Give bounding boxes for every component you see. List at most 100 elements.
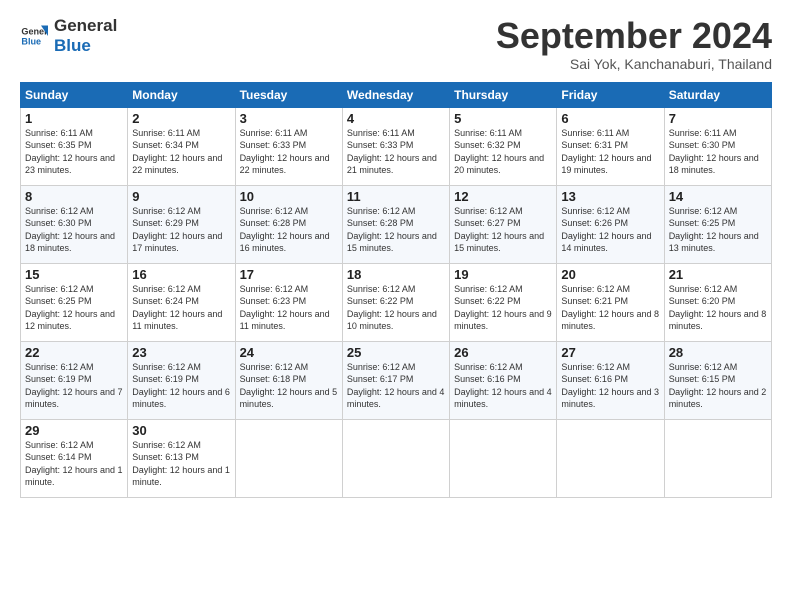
cell-week3-day4: 19 Sunrise: 6:12 AMSunset: 6:22 PMDaylig… [450, 263, 557, 341]
day-info: Sunrise: 6:12 AMSunset: 6:20 PMDaylight:… [669, 283, 767, 333]
day-info: Sunrise: 6:12 AMSunset: 6:25 PMDaylight:… [25, 283, 123, 333]
day-info: Sunrise: 6:12 AMSunset: 6:19 PMDaylight:… [132, 361, 230, 411]
cell-week2-day5: 13 Sunrise: 6:12 AMSunset: 6:26 PMDaylig… [557, 185, 664, 263]
svg-text:Blue: Blue [21, 37, 41, 47]
col-saturday: Saturday [664, 82, 771, 107]
day-number: 3 [240, 111, 338, 126]
location-subtitle: Sai Yok, Kanchanaburi, Thailand [496, 56, 772, 72]
cell-week3-day3: 18 Sunrise: 6:12 AMSunset: 6:22 PMDaylig… [342, 263, 449, 341]
cell-week2-day0: 8 Sunrise: 6:12 AMSunset: 6:30 PMDayligh… [21, 185, 128, 263]
cell-week5-day4 [450, 419, 557, 497]
cell-week4-day6: 28 Sunrise: 6:12 AMSunset: 6:15 PMDaylig… [664, 341, 771, 419]
cell-week3-day0: 15 Sunrise: 6:12 AMSunset: 6:25 PMDaylig… [21, 263, 128, 341]
cell-week5-day5 [557, 419, 664, 497]
day-info: Sunrise: 6:12 AMSunset: 6:24 PMDaylight:… [132, 283, 230, 333]
col-monday: Monday [128, 82, 235, 107]
day-number: 25 [347, 345, 445, 360]
day-info: Sunrise: 6:11 AMSunset: 6:31 PMDaylight:… [561, 127, 659, 177]
cell-week1-day4: 5 Sunrise: 6:11 AMSunset: 6:32 PMDayligh… [450, 107, 557, 185]
cell-week5-day2 [235, 419, 342, 497]
cell-week5-day6 [664, 419, 771, 497]
week-row-2: 8 Sunrise: 6:12 AMSunset: 6:30 PMDayligh… [21, 185, 772, 263]
day-info: Sunrise: 6:12 AMSunset: 6:17 PMDaylight:… [347, 361, 445, 411]
calendar-page: General Blue General Blue General Blue S… [0, 0, 792, 612]
cell-week3-day2: 17 Sunrise: 6:12 AMSunset: 6:23 PMDaylig… [235, 263, 342, 341]
cell-week1-day1: 2 Sunrise: 6:11 AMSunset: 6:34 PMDayligh… [128, 107, 235, 185]
cell-week1-day3: 4 Sunrise: 6:11 AMSunset: 6:33 PMDayligh… [342, 107, 449, 185]
cell-week1-day6: 7 Sunrise: 6:11 AMSunset: 6:30 PMDayligh… [664, 107, 771, 185]
day-info: Sunrise: 6:12 AMSunset: 6:28 PMDaylight:… [240, 205, 338, 255]
day-info: Sunrise: 6:12 AMSunset: 6:23 PMDaylight:… [240, 283, 338, 333]
day-info: Sunrise: 6:12 AMSunset: 6:13 PMDaylight:… [132, 439, 230, 489]
day-number: 21 [669, 267, 767, 282]
col-thursday: Thursday [450, 82, 557, 107]
cell-week1-day5: 6 Sunrise: 6:11 AMSunset: 6:31 PMDayligh… [557, 107, 664, 185]
week-row-3: 15 Sunrise: 6:12 AMSunset: 6:25 PMDaylig… [21, 263, 772, 341]
col-sunday: Sunday [21, 82, 128, 107]
day-number: 16 [132, 267, 230, 282]
logo-icon: General Blue [20, 22, 48, 50]
day-number: 26 [454, 345, 552, 360]
day-info: Sunrise: 6:12 AMSunset: 6:29 PMDaylight:… [132, 205, 230, 255]
day-number: 15 [25, 267, 123, 282]
day-info: Sunrise: 6:11 AMSunset: 6:35 PMDaylight:… [25, 127, 123, 177]
day-info: Sunrise: 6:11 AMSunset: 6:33 PMDaylight:… [240, 127, 338, 177]
day-number: 23 [132, 345, 230, 360]
day-info: Sunrise: 6:12 AMSunset: 6:14 PMDaylight:… [25, 439, 123, 489]
day-info: Sunrise: 6:12 AMSunset: 6:19 PMDaylight:… [25, 361, 123, 411]
day-info: Sunrise: 6:12 AMSunset: 6:16 PMDaylight:… [561, 361, 659, 411]
cell-week2-day6: 14 Sunrise: 6:12 AMSunset: 6:25 PMDaylig… [664, 185, 771, 263]
day-number: 24 [240, 345, 338, 360]
day-info: Sunrise: 6:11 AMSunset: 6:30 PMDaylight:… [669, 127, 767, 177]
day-info: Sunrise: 6:12 AMSunset: 6:16 PMDaylight:… [454, 361, 552, 411]
week-row-4: 22 Sunrise: 6:12 AMSunset: 6:19 PMDaylig… [21, 341, 772, 419]
day-number: 22 [25, 345, 123, 360]
header: General Blue General Blue General Blue S… [20, 16, 772, 72]
cell-week1-day2: 3 Sunrise: 6:11 AMSunset: 6:33 PMDayligh… [235, 107, 342, 185]
day-number: 5 [454, 111, 552, 126]
logo: General Blue General Blue General Blue [20, 16, 117, 57]
col-friday: Friday [557, 82, 664, 107]
cell-week2-day3: 11 Sunrise: 6:12 AMSunset: 6:28 PMDaylig… [342, 185, 449, 263]
day-info: Sunrise: 6:12 AMSunset: 6:15 PMDaylight:… [669, 361, 767, 411]
cell-week3-day1: 16 Sunrise: 6:12 AMSunset: 6:24 PMDaylig… [128, 263, 235, 341]
cell-week4-day1: 23 Sunrise: 6:12 AMSunset: 6:19 PMDaylig… [128, 341, 235, 419]
day-info: Sunrise: 6:12 AMSunset: 6:30 PMDaylight:… [25, 205, 123, 255]
day-number: 14 [669, 189, 767, 204]
day-number: 17 [240, 267, 338, 282]
cell-week4-day4: 26 Sunrise: 6:12 AMSunset: 6:16 PMDaylig… [450, 341, 557, 419]
day-number: 13 [561, 189, 659, 204]
day-info: Sunrise: 6:12 AMSunset: 6:26 PMDaylight:… [561, 205, 659, 255]
cell-week4-day5: 27 Sunrise: 6:12 AMSunset: 6:16 PMDaylig… [557, 341, 664, 419]
day-number: 30 [132, 423, 230, 438]
cell-week3-day6: 21 Sunrise: 6:12 AMSunset: 6:20 PMDaylig… [664, 263, 771, 341]
day-number: 11 [347, 189, 445, 204]
day-info: Sunrise: 6:12 AMSunset: 6:22 PMDaylight:… [454, 283, 552, 333]
day-number: 27 [561, 345, 659, 360]
day-number: 7 [669, 111, 767, 126]
calendar-table: Sunday Monday Tuesday Wednesday Thursday… [20, 82, 772, 498]
day-info: Sunrise: 6:11 AMSunset: 6:32 PMDaylight:… [454, 127, 552, 177]
day-number: 4 [347, 111, 445, 126]
cell-week1-day0: 1 Sunrise: 6:11 AMSunset: 6:35 PMDayligh… [21, 107, 128, 185]
cell-week3-day5: 20 Sunrise: 6:12 AMSunset: 6:21 PMDaylig… [557, 263, 664, 341]
day-info: Sunrise: 6:12 AMSunset: 6:25 PMDaylight:… [669, 205, 767, 255]
day-info: Sunrise: 6:12 AMSunset: 6:28 PMDaylight:… [347, 205, 445, 255]
cell-week4-day0: 22 Sunrise: 6:12 AMSunset: 6:19 PMDaylig… [21, 341, 128, 419]
cell-week5-day0: 29 Sunrise: 6:12 AMSunset: 6:14 PMDaylig… [21, 419, 128, 497]
col-tuesday: Tuesday [235, 82, 342, 107]
cell-week5-day3 [342, 419, 449, 497]
day-number: 10 [240, 189, 338, 204]
logo-text-blue: Blue [54, 36, 117, 56]
day-number: 29 [25, 423, 123, 438]
day-number: 9 [132, 189, 230, 204]
header-row: Sunday Monday Tuesday Wednesday Thursday… [21, 82, 772, 107]
day-info: Sunrise: 6:11 AMSunset: 6:34 PMDaylight:… [132, 127, 230, 177]
day-number: 1 [25, 111, 123, 126]
day-number: 8 [25, 189, 123, 204]
month-title: September 2024 [496, 16, 772, 56]
week-row-1: 1 Sunrise: 6:11 AMSunset: 6:35 PMDayligh… [21, 107, 772, 185]
day-number: 19 [454, 267, 552, 282]
day-info: Sunrise: 6:12 AMSunset: 6:21 PMDaylight:… [561, 283, 659, 333]
cell-week2-day4: 12 Sunrise: 6:12 AMSunset: 6:27 PMDaylig… [450, 185, 557, 263]
